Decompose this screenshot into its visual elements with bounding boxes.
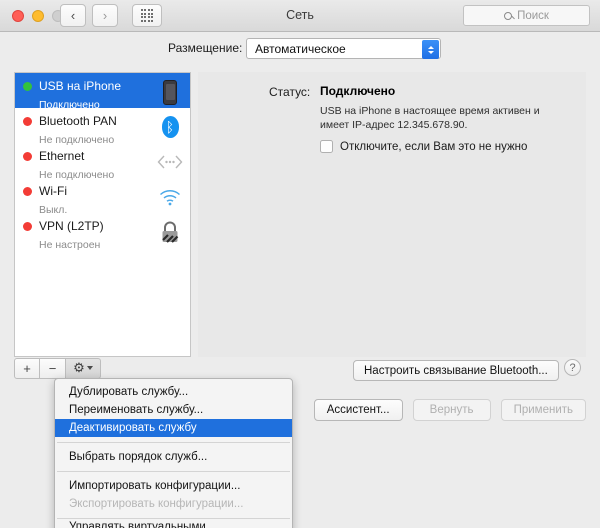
remove-service-button[interactable]: −	[40, 357, 66, 379]
apply-label: Применить	[513, 404, 573, 416]
status-description: USB на iPhone в настоящее время активен …	[320, 105, 540, 131]
menu-item-label: Экспортировать конфигурации...	[69, 498, 244, 510]
status-value: Подключено	[320, 84, 396, 98]
configure-bluetooth-pairing-button[interactable]: Настроить связывание Bluetooth...	[353, 360, 559, 381]
chevron-updown-icon	[422, 40, 439, 59]
location-row: Размещение: Автоматическое	[0, 33, 600, 65]
window-actions: Ассистент... Вернуть Применить	[313, 399, 586, 421]
title-bar: ‹ › Сеть Поиск	[0, 0, 600, 32]
disconnect-checkbox-label: Отключите, если Вам это не нужно	[340, 140, 528, 153]
service-name: Wi-Fi	[39, 184, 67, 198]
service-actions-menu-button[interactable]: ⚙	[66, 357, 101, 379]
disconnect-checkbox[interactable]	[320, 140, 333, 153]
menu-item-deactivate-service[interactable]: Деактивировать службу	[55, 419, 292, 437]
minus-icon: −	[48, 360, 57, 376]
configure-bluetooth-label: Настроить связывание Bluetooth...	[364, 364, 548, 377]
service-detail-panel: Статус: Подключено USB на iPhone в насто…	[198, 72, 586, 381]
search-input[interactable]: Поиск	[463, 5, 590, 26]
service-list[interactable]: USB на iPhone Подключено Bluetooth PAN Н…	[14, 72, 191, 357]
add-service-button[interactable]: +	[14, 357, 40, 379]
status-led-green	[23, 82, 32, 91]
service-actions-context-menu[interactable]: Дублировать службу... Переименовать служ…	[54, 378, 293, 528]
location-select[interactable]: Автоматическое	[246, 38, 441, 59]
service-name: USB на iPhone	[39, 79, 122, 93]
menu-separator	[57, 442, 290, 443]
location-label: Размещение:	[168, 41, 243, 55]
menu-item-manage-virtual-interfaces[interactable]: Управлять виртуальными интерфейсами...	[55, 521, 292, 528]
service-list-toolbar: + − ⚙	[14, 357, 191, 379]
disconnect-checkbox-row[interactable]: Отключите, если Вам это не нужно	[320, 140, 527, 153]
menu-item-set-service-order[interactable]: Выбрать порядок служб...	[55, 448, 292, 466]
network-preferences-window: ‹ › Сеть Поиск Размещение: Автоматическо…	[0, 0, 600, 528]
search-icon	[504, 11, 513, 20]
menu-separator	[57, 518, 290, 519]
menu-item-label: Импортировать конфигурации...	[69, 480, 241, 492]
revert-label: Вернуть	[429, 404, 474, 416]
gear-icon: ⚙	[73, 360, 85, 375]
menu-separator	[57, 471, 290, 472]
revert-button: Вернуть	[412, 399, 491, 421]
service-row-bluetooth-pan[interactable]: Bluetooth PAN Не подключено ᛒ	[15, 108, 190, 146]
status-label: Статус:	[269, 85, 311, 99]
assistant-button[interactable]: Ассистент...	[313, 399, 403, 421]
service-status: Не настроен	[39, 239, 101, 251]
apply-button: Применить	[500, 399, 586, 421]
bluetooth-icon: ᛒ	[156, 112, 184, 142]
wifi-icon	[156, 182, 184, 212]
question-mark-icon: ?	[569, 361, 576, 374]
service-name: Ethernet	[39, 149, 85, 163]
menu-item-label: Дублировать службу...	[69, 386, 189, 398]
location-value: Автоматическое	[255, 41, 346, 56]
assistant-label: Ассистент...	[326, 404, 390, 416]
help-button[interactable]: ?	[564, 359, 581, 376]
menu-item-rename-service[interactable]: Переименовать службу...	[55, 401, 292, 419]
menu-item-duplicate-service[interactable]: Дублировать службу...	[55, 383, 292, 401]
chevron-down-icon	[86, 366, 93, 370]
service-row-wifi[interactable]: Wi-Fi Выкл.	[15, 178, 190, 216]
service-row-ethernet[interactable]: Ethernet Не подключено	[15, 143, 190, 181]
status-led-red	[23, 152, 32, 161]
vpn-lock-icon	[156, 217, 184, 247]
menu-item-label: Деактивировать службу	[69, 422, 197, 434]
service-name: VPN (L2TP)	[39, 219, 104, 233]
status-led-red	[23, 187, 32, 196]
ethernet-icon	[156, 147, 184, 177]
service-row-usb-iphone[interactable]: USB на iPhone Подключено	[15, 73, 190, 111]
status-led-red	[23, 117, 32, 126]
menu-item-export-configurations: Экспортировать конфигурации...	[55, 495, 292, 513]
service-row-vpn-l2tp[interactable]: VPN (L2TP) Не настроен	[15, 213, 190, 251]
search-placeholder: Поиск	[517, 9, 549, 22]
service-name: Bluetooth PAN	[39, 114, 117, 128]
plus-icon: +	[23, 360, 31, 376]
menu-item-label: Выбрать порядок служб...	[69, 451, 208, 463]
status-led-red	[23, 222, 32, 231]
menu-item-label: Управлять виртуальными интерфейсами...	[69, 521, 206, 528]
menu-item-import-configurations[interactable]: Импортировать конфигурации...	[55, 477, 292, 495]
menu-item-label: Переименовать службу...	[69, 404, 204, 416]
iphone-icon	[156, 77, 184, 107]
